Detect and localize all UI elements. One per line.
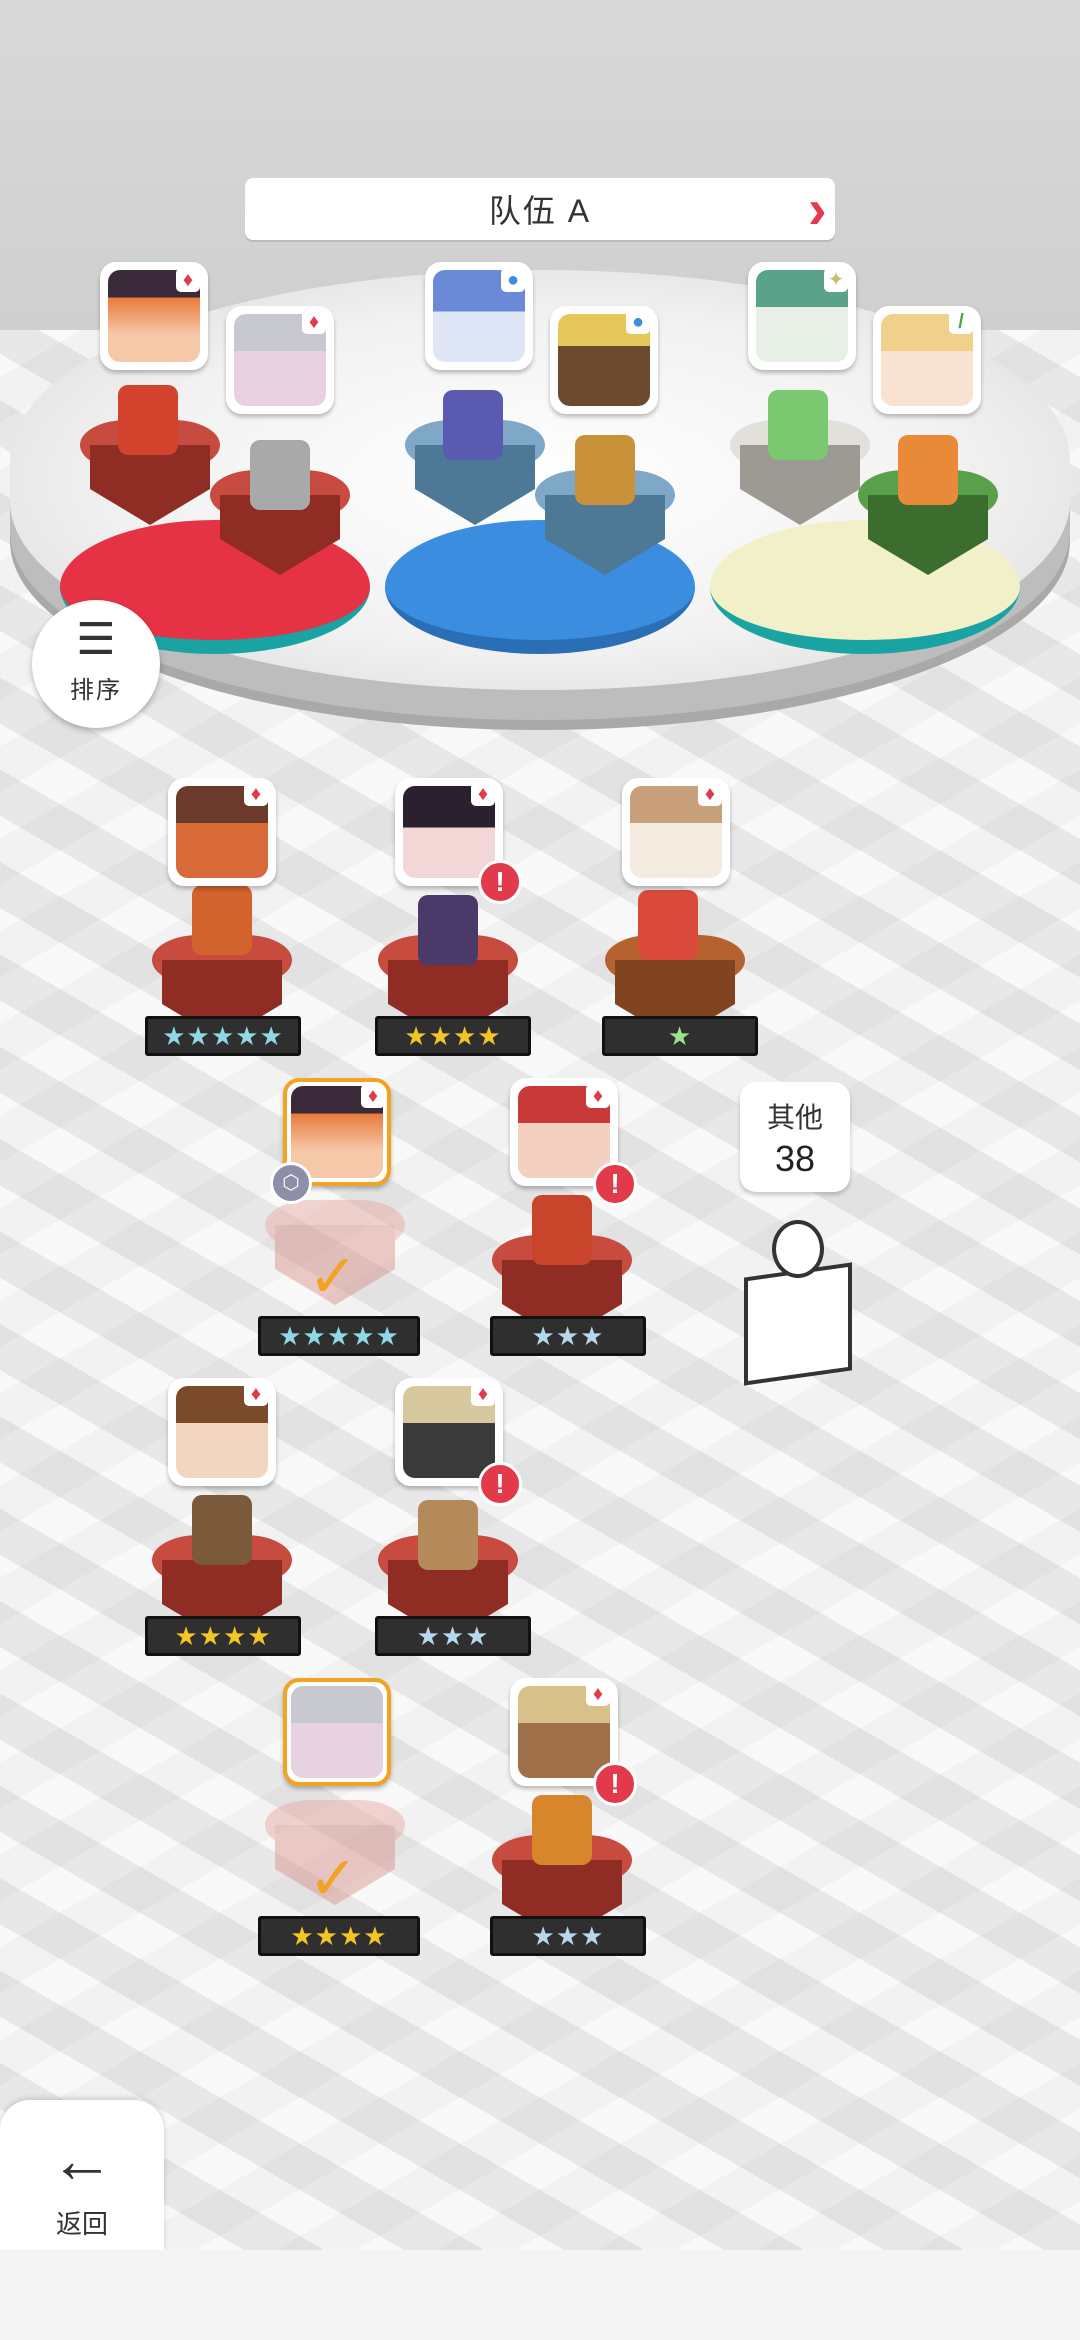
sparkle-icon: ✦ (824, 268, 848, 292)
card-suit-icon: ♦ (244, 1382, 268, 1406)
card-suit-icon: ♦ (244, 782, 268, 806)
star-rating: ★★★ (375, 1616, 531, 1656)
element-dot-icon: ● (626, 310, 650, 334)
hero-sprite (532, 1195, 592, 1265)
alert-icon: ! (478, 860, 522, 904)
hero-sprite (638, 890, 698, 960)
bottom-bar (0, 2250, 1080, 2340)
selected-check-icon: ✓ (307, 1243, 359, 1310)
alert-icon: ! (478, 1462, 522, 1506)
team-title-banner: 队伍 A (245, 178, 835, 240)
star-rating: ★★★★ (258, 1916, 420, 1956)
hero-sprite (768, 390, 828, 460)
sort-button[interactable]: ☰ 排序 (32, 600, 160, 728)
card-suit-icon: ♦ (176, 268, 200, 292)
card-suit-icon: ♦ (698, 782, 722, 806)
star-rating: ★★★★★ (258, 1316, 420, 1356)
card-suit-icon: ♦ (471, 782, 495, 806)
equipment-badge-icon: ⬡ (270, 1162, 312, 1204)
card-suit-icon: ♦ (361, 1084, 385, 1108)
card-suit-icon: ♦ (586, 1682, 610, 1706)
arrow-left-icon: ← (50, 2124, 114, 2196)
card-suit-icon: ♦ (586, 1084, 610, 1108)
sort-icon: ☰ (76, 615, 116, 664)
hero-sprite (575, 435, 635, 505)
alert-icon: ! (593, 1162, 637, 1206)
others-label: 其他 (766, 1102, 823, 1133)
hero-sprite (418, 895, 478, 965)
card-suit-icon: ♦ (302, 310, 326, 334)
star-rating: ★★★★ (375, 1016, 531, 1056)
star-rating: ★★★ (490, 1316, 646, 1356)
others-count-bubble[interactable]: 其他 38 (740, 1082, 850, 1192)
hero-sprite (250, 440, 310, 510)
wind-element-icon: / (949, 310, 973, 334)
star-rating: ★ (602, 1016, 758, 1056)
card-suit-icon: ♦ (471, 1382, 495, 1406)
alert-icon: ! (593, 1762, 637, 1806)
hero-sprite (418, 1500, 478, 1570)
others-empty-slot[interactable] (724, 1220, 864, 1386)
hero-sprite (443, 390, 503, 460)
sort-label: 排序 (70, 677, 122, 704)
chevron-right-icon[interactable]: › (808, 178, 838, 240)
team-title: 队伍 A (488, 193, 592, 229)
hero-sprite (192, 885, 252, 955)
back-label: 返回 (55, 2209, 108, 2239)
hero-sprite (192, 1495, 252, 1565)
roster-portrait-8[interactable] (283, 1678, 391, 1786)
element-dot-icon: ● (501, 268, 525, 292)
hero-sprite (532, 1795, 592, 1865)
others-count: 38 (774, 1138, 816, 1179)
star-rating: ★★★ (490, 1916, 646, 1956)
star-rating: ★★★★ (145, 1616, 301, 1656)
star-rating: ★★★★★ (145, 1016, 301, 1056)
hero-sprite (118, 385, 178, 455)
back-button[interactable]: ← 返回 (0, 2100, 164, 2250)
hero-sprite (898, 435, 958, 505)
selected-check-icon: ✓ (307, 1845, 359, 1912)
